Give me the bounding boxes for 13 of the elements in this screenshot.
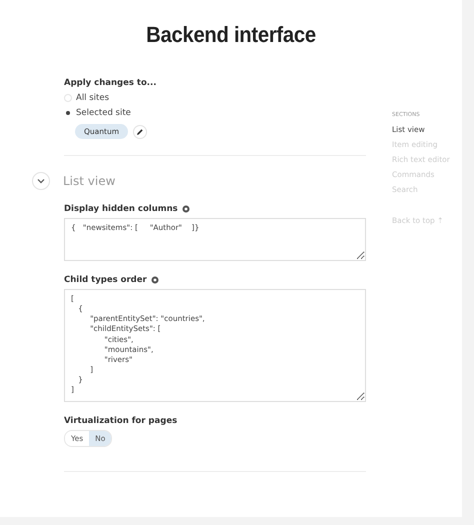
field-label: Apply changes to... (64, 78, 158, 88)
collapse-button[interactable] (32, 172, 50, 190)
field-label: Virtualization for pages (64, 416, 178, 426)
radio-label: Selected site (76, 108, 131, 118)
radio-button[interactable] (64, 94, 72, 102)
page-title: Backend interface (145, 22, 317, 48)
pencil-icon (136, 128, 144, 136)
chevron-down-icon (37, 178, 45, 184)
field-label: Child types order (64, 275, 147, 285)
radio-label: All sites (76, 93, 110, 103)
field-label: Display hidden columns (64, 204, 178, 214)
section-title: List view (63, 174, 116, 188)
edit-button[interactable] (133, 124, 148, 138)
